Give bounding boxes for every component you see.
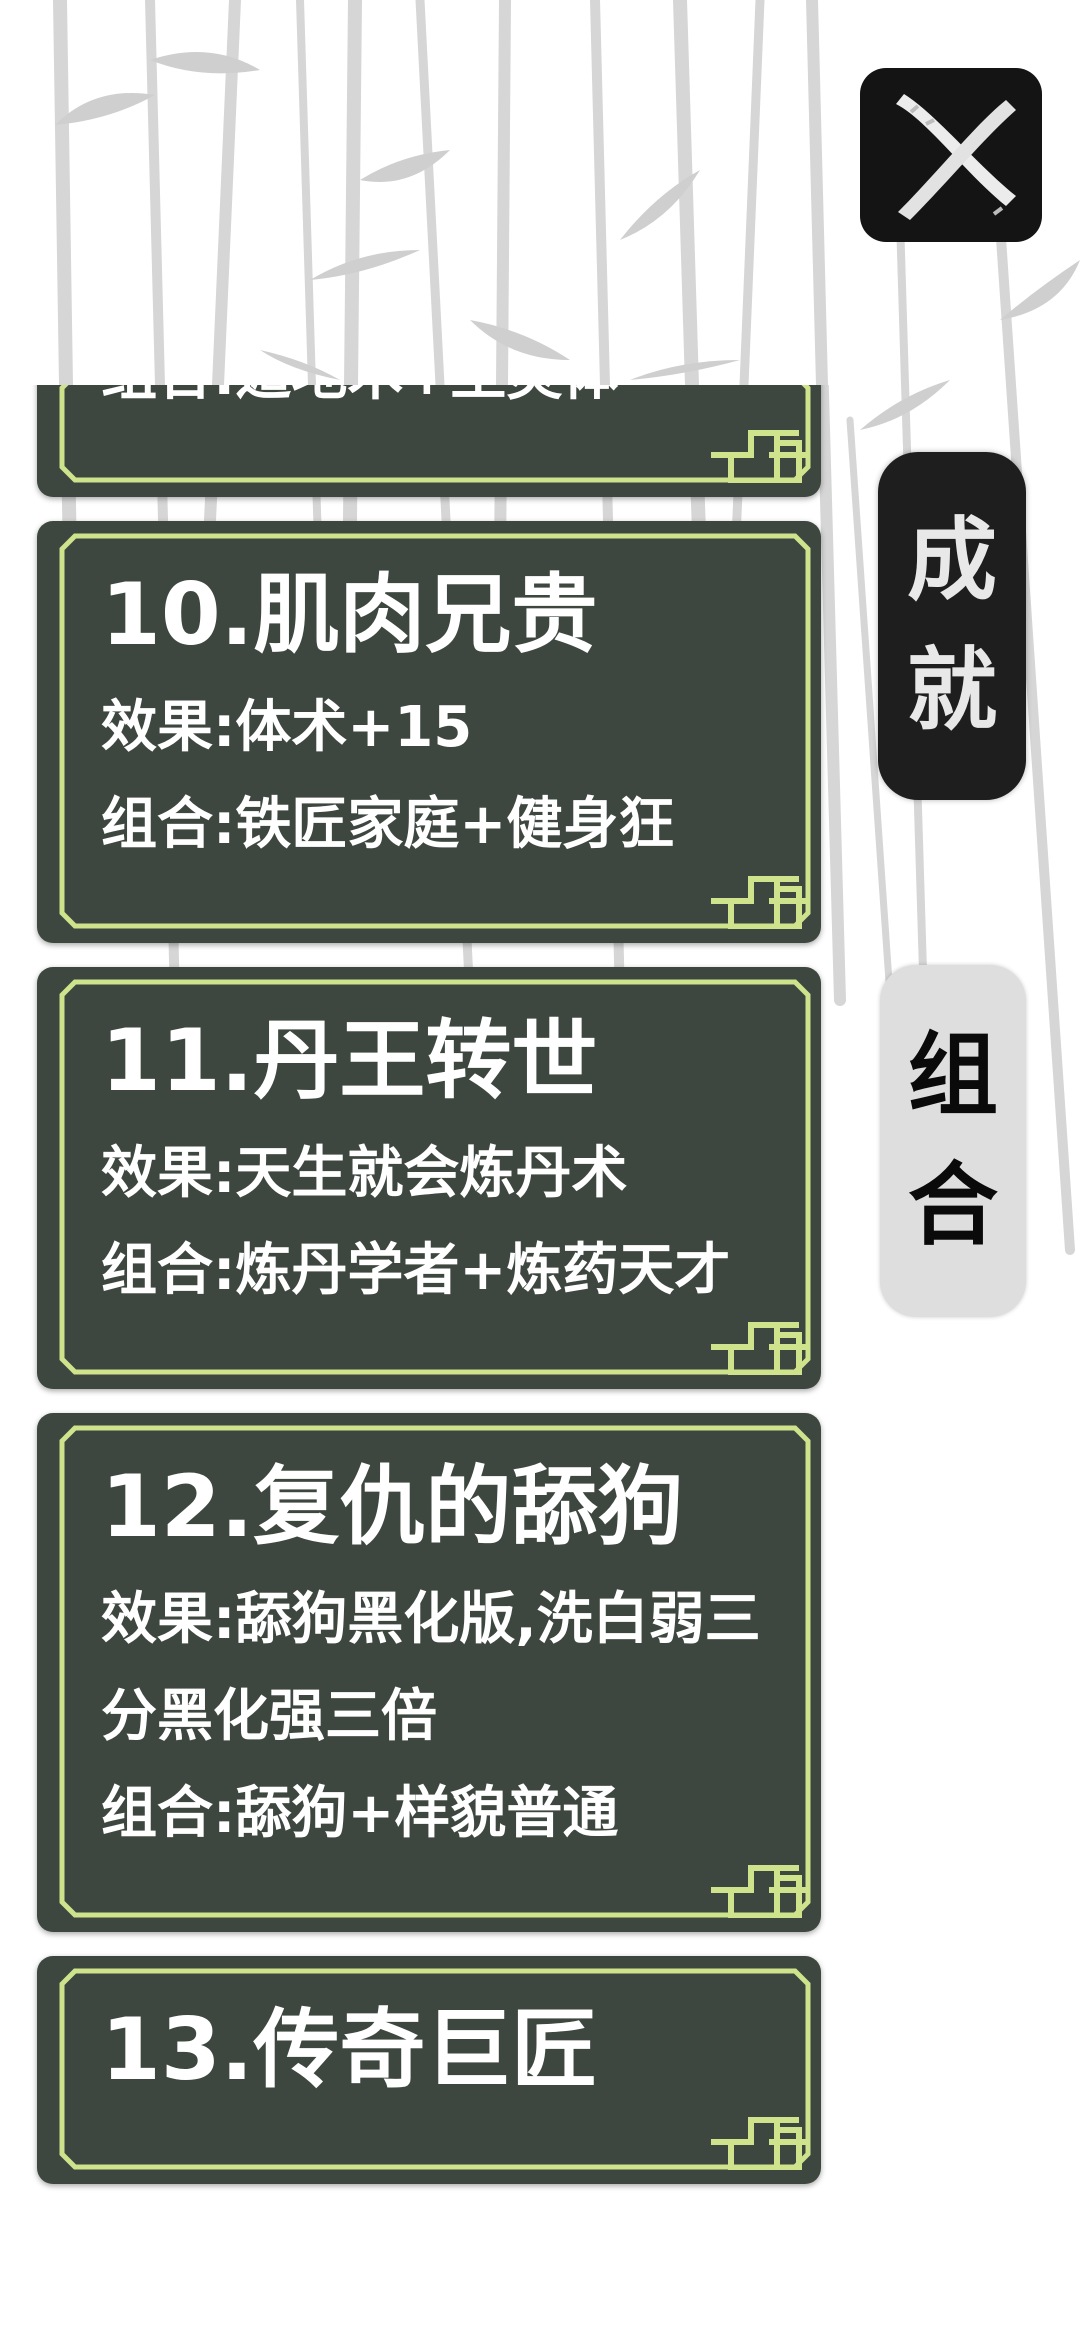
tab-achievements-char-2: 就 [907,638,997,743]
lattice-corner-icon [711,1865,809,1918]
combo-recipe: 组合:遁地术+土灵体 [101,385,618,424]
line-label: 效果: [101,1141,236,1206]
combo-recipe: 组合:舔狗+样貌普通 [101,1765,767,1862]
line-label: 效果: [101,1587,236,1652]
combo-title: 11.丹王转世 [101,1011,598,1111]
combo-title: 10.肌肉兄贵 [101,565,598,665]
combo-list-viewport[interactable]: 组合:遁地术+土灵体10.肌肉兄贵效果:体术+15组合:铁匠家庭+健身狂11.丹… [0,385,840,2340]
tab-combos-char-2: 合 [908,1153,998,1258]
line-label: 组合: [101,1238,236,1303]
combo-list: 组合:遁地术+土灵体10.肌肉兄贵效果:体术+15组合:铁匠家庭+健身狂11.丹… [37,385,821,2208]
tab-achievements-char-1: 成 [907,508,997,613]
combo-effect: 效果:体术+15 [101,679,767,776]
combo-card: 11.丹王转世 效果:天生就会炼丹术 组合:炼丹学者+炼药天才 [37,967,821,1389]
close-x-icon [860,68,1042,242]
line-label: 组合: [101,792,236,857]
lattice-corner-icon [711,876,809,929]
header-backdrop [0,0,840,385]
combo-effect: 效果:天生就会炼丹术 [101,1125,767,1222]
tab-achievements[interactable]: 成 就 [878,452,1026,800]
line-label: 效果: [101,695,236,760]
tab-combos-char-1: 组 [908,1023,998,1128]
combo-title: 13.传奇巨匠 [101,2000,598,2100]
combo-card: 12.复仇的舔狗 效果:舔狗黑化版,洗白弱三分黑化强三倍 组合:舔狗+样貌普通 [37,1413,821,1932]
close-button[interactable] [856,64,1046,246]
combo-effect: 效果:舔狗黑化版,洗白弱三分黑化强三倍 [101,1571,767,1765]
combo-recipe: 组合:炼丹学者+炼药天才 [101,1222,767,1319]
lattice-corner-icon [711,430,809,483]
combo-card: 组合:遁地术+土灵体 [37,385,821,497]
line-label: 组合: [101,385,235,408]
line-value: 舔狗+样貌普通 [235,1781,619,1846]
combo-title: 12.复仇的舔狗 [101,1457,684,1557]
line-label: 组合: [101,1781,236,1846]
combo-card: 10.肌肉兄贵 效果:体术+15 组合:铁匠家庭+健身狂 [37,521,821,943]
line-value: 炼丹学者+炼药天才 [235,1238,731,1303]
combo-recipe: 组合:铁匠家庭+健身狂 [101,776,767,873]
lattice-corner-icon [711,1322,809,1375]
line-value: 体术+15 [235,695,473,760]
line-value: 天生就会炼丹术 [235,1141,628,1206]
tab-combos[interactable]: 组 合 [880,965,1026,1317]
lattice-corner-icon [711,2117,809,2170]
combo-card: 13.传奇巨匠 [37,1956,821,2184]
line-value: 遁地术+土灵体 [235,385,618,408]
line-value: 铁匠家庭+健身狂 [235,792,675,857]
